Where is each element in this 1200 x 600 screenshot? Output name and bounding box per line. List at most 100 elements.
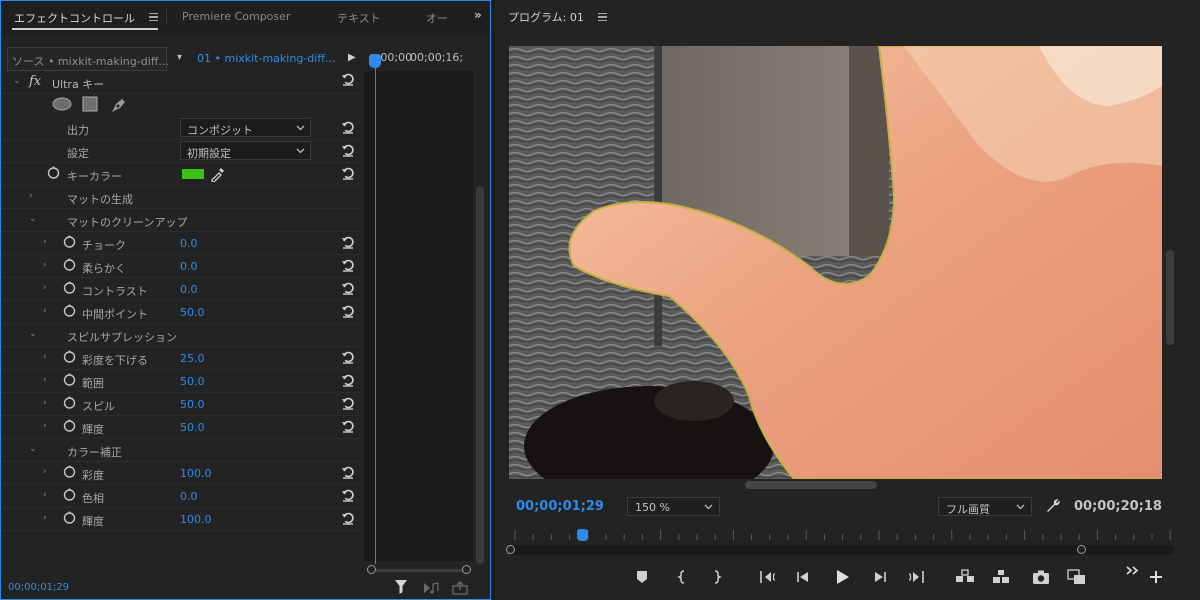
stopwatch-icon[interactable] <box>63 304 76 317</box>
panel-menu-icon[interactable] <box>598 13 607 23</box>
stopwatch-icon[interactable] <box>63 488 76 501</box>
panel-menu-icon[interactable] <box>149 13 158 23</box>
stopwatch-icon[interactable] <box>63 258 76 271</box>
reset-icon[interactable] <box>341 465 355 479</box>
chevron-down-icon[interactable]: ⌄ <box>29 214 37 224</box>
chevron-right-icon[interactable]: › <box>43 237 47 247</box>
fx-badge-icon[interactable]: fx <box>29 74 41 89</box>
comparison-view-icon[interactable] <box>1066 567 1088 587</box>
output-dropdown[interactable]: コンポジット <box>180 118 311 137</box>
param-value[interactable]: 50.0 <box>180 306 205 319</box>
param-value[interactable]: 100.0 <box>180 467 212 480</box>
reset-icon[interactable] <box>341 258 355 272</box>
setting-dropdown[interactable]: 初期設定 <box>180 141 311 160</box>
effect-timeline-area[interactable] <box>364 71 473 561</box>
extract-icon[interactable] <box>991 567 1013 587</box>
eyedropper-icon[interactable] <box>209 166 225 182</box>
stopwatch-icon[interactable] <box>63 281 76 294</box>
reset-icon[interactable] <box>341 511 355 525</box>
stopwatch-icon[interactable] <box>63 350 76 363</box>
zoom-handle-left[interactable] <box>367 565 376 574</box>
zoom-handle-right[interactable] <box>1077 545 1086 554</box>
program-monitor-title[interactable]: プログラム: 01 <box>508 9 584 25</box>
tab-effect-controls[interactable]: エフェクトコントロール <box>14 10 135 26</box>
reset-icon[interactable] <box>341 396 355 410</box>
param-value[interactable]: 0.0 <box>180 490 198 503</box>
stopwatch-icon[interactable] <box>63 419 76 432</box>
chevron-right-icon[interactable]: › <box>43 513 47 523</box>
step-back-icon[interactable] <box>792 567 814 587</box>
video-preview[interactable] <box>509 46 1162 479</box>
chevron-right-icon[interactable]: › <box>43 421 47 431</box>
more-buttons-icon[interactable] <box>1123 563 1145 583</box>
tab-audio[interactable]: オー <box>426 10 448 26</box>
chevron-right-icon[interactable]: › <box>43 260 47 270</box>
reset-icon[interactable] <box>341 72 355 86</box>
chevron-right-icon[interactable]: › <box>43 467 47 477</box>
param-value[interactable]: 50.0 <box>180 421 205 434</box>
chevron-right-icon[interactable]: › <box>43 490 47 500</box>
group-color-correction[interactable]: ⌄ カラー補正 <box>1 439 363 462</box>
reset-icon[interactable] <box>341 120 355 134</box>
tab-premiere-composer[interactable]: Premiere Composer <box>182 10 290 23</box>
mark-out-icon[interactable] <box>706 567 728 587</box>
zoom-level-dropdown[interactable]: 150 % <box>627 497 720 516</box>
group-matte-cleanup[interactable]: ⌄ マットのクリーンアップ <box>1 209 363 232</box>
timeline-playhead-handle[interactable] <box>369 54 381 68</box>
reset-icon[interactable] <box>341 281 355 295</box>
stopwatch-icon[interactable] <box>63 396 76 409</box>
chevron-down-icon[interactable]: ⌄ <box>29 444 37 454</box>
audio-play-icon[interactable] <box>423 581 439 595</box>
export-icon[interactable] <box>452 581 468 595</box>
current-timecode[interactable]: 00;00;01;29 <box>516 499 604 514</box>
chevron-down-icon[interactable]: ⌄ <box>13 76 21 86</box>
monitor-playhead-handle[interactable] <box>577 529 588 541</box>
reset-icon[interactable] <box>341 419 355 433</box>
rectangle-mask-icon[interactable] <box>82 96 98 112</box>
timeline-zoom-scrollbar[interactable] <box>365 564 473 576</box>
param-value[interactable]: 25.0 <box>180 352 205 365</box>
param-value[interactable]: 50.0 <box>180 398 205 411</box>
param-value[interactable]: 0.0 <box>180 260 198 273</box>
stopwatch-icon[interactable] <box>63 465 76 478</box>
stopwatch-icon[interactable] <box>63 511 76 524</box>
horizontal-scrollbar[interactable] <box>745 481 877 489</box>
chevron-right-icon[interactable]: › <box>43 306 47 316</box>
vertical-scrollbar[interactable] <box>1166 250 1174 345</box>
reset-icon[interactable] <box>341 350 355 364</box>
chevron-down-icon[interactable]: ⌄ <box>29 329 37 339</box>
monitor-time-ruler[interactable] <box>509 524 1174 544</box>
stopwatch-icon[interactable] <box>63 373 76 386</box>
source-clip-selector[interactable]: ソース • mixkit-making-diff... <box>7 47 169 71</box>
lift-icon[interactable] <box>954 567 976 587</box>
chevron-right-icon[interactable]: › <box>43 398 47 408</box>
param-value[interactable]: 50.0 <box>180 375 205 388</box>
play-icon[interactable] <box>831 567 853 587</box>
monitor-zoom-bar[interactable] <box>506 545 1174 555</box>
mark-in-icon[interactable] <box>671 567 693 587</box>
more-tabs-button[interactable]: » <box>474 8 482 22</box>
chevron-right-icon[interactable]: › <box>43 283 47 293</box>
zoom-handle-left[interactable] <box>506 545 515 554</box>
group-matte-generation[interactable]: › マットの生成 <box>1 186 363 209</box>
reset-icon[interactable] <box>341 488 355 502</box>
play-triangle-icon[interactable]: ▶ <box>348 52 356 63</box>
param-value[interactable]: 0.0 <box>180 283 198 296</box>
stopwatch-icon[interactable] <box>63 235 76 248</box>
camera-icon[interactable] <box>1030 567 1052 587</box>
sequence-clip-label[interactable]: 01 • mixkit-making-diff... <box>197 52 335 65</box>
group-spill-suppression[interactable]: ⌄ スピルサプレッション <box>1 324 363 347</box>
add-marker-icon[interactable] <box>631 567 653 587</box>
vertical-scrollbar[interactable] <box>476 186 484 564</box>
wrench-icon[interactable] <box>1045 498 1061 514</box>
pen-mask-icon[interactable] <box>110 96 128 114</box>
add-button-icon[interactable] <box>1145 567 1167 587</box>
stopwatch-icon[interactable] <box>47 166 60 179</box>
filter-icon[interactable] <box>394 579 408 595</box>
reset-icon[interactable] <box>341 143 355 157</box>
effect-header-row[interactable]: ⌄ Ultra キー <box>1 71 363 94</box>
reset-icon[interactable] <box>341 373 355 387</box>
timeline-playhead-line[interactable] <box>375 59 376 564</box>
chevron-right-icon[interactable]: › <box>43 375 47 385</box>
param-value[interactable]: 0.0 <box>180 237 198 250</box>
